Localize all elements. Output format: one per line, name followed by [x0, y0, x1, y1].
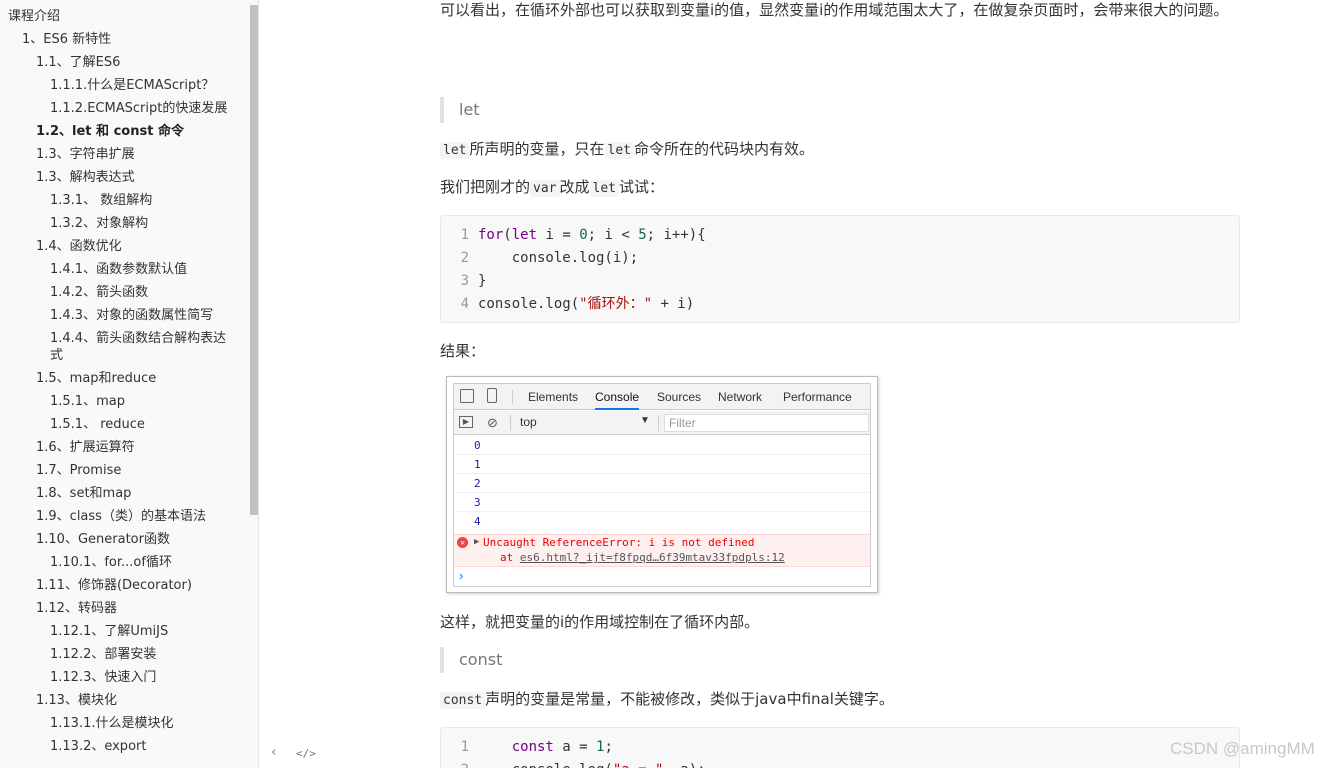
code-block-let[interactable]: 1 for(let i = 0; i < 5; i++){ 2 console.l… — [440, 215, 1240, 323]
intro-paragraph: 可以看出，在循环外部也可以获取到变量i的值，显然变量i的作用域范围太大了，在做复… — [440, 1, 1229, 19]
toc-item[interactable]: 1.4.2、箭头函数 — [0, 284, 250, 301]
let-description: let 所声明的变量，只在 let 命令所在的代码块内有效。 — [440, 137, 1240, 163]
tab-console[interactable]: Console — [595, 384, 640, 410]
toc-item[interactable]: 1.5.1、 reduce — [0, 416, 250, 433]
inline-code: let — [604, 142, 634, 159]
devtools-screenshot: Elements Console Sources Network Perform… — [446, 376, 878, 593]
toc-item[interactable]: 1.13.2、export — [0, 738, 250, 755]
tab-network[interactable]: Network — [718, 384, 762, 410]
toc-list: 课程介绍 1、ES6 新特性 1.1、了解ES6 1.1.1.什么是ECMAScrip… — [0, 8, 250, 761]
toc-item[interactable]: 1.4、函数优化 — [0, 238, 250, 255]
toc-item[interactable]: 1.3、字符串扩展 — [0, 146, 250, 163]
code-line: 4 console.log("循环外：" + i) — [460, 296, 695, 312]
inline-code: let — [440, 142, 470, 159]
let-heading: let — [440, 97, 1240, 123]
toc-item[interactable]: 1.3.1、 数组解构 — [0, 192, 250, 209]
toolbar-divider — [510, 415, 511, 431]
console-output-row: 4 — [474, 515, 481, 528]
code-line: 3} — [460, 273, 487, 289]
source-code-icon[interactable]: </> — [296, 747, 316, 760]
console-output-row: 0 — [454, 436, 870, 455]
result-label: 结果： — [440, 342, 486, 360]
expand-arrow-icon[interactable]: ▶ — [474, 537, 479, 547]
clear-console-icon[interactable]: ⊘ — [487, 415, 498, 431]
toc-item[interactable]: 1.11、修饰器(Decorator) — [0, 577, 250, 594]
collapse-sidebar-icon[interactable]: ‹ — [270, 745, 278, 760]
console-output-row: 3 — [454, 493, 870, 512]
toc-item[interactable]: 1.4.1、函数参数默认值 — [0, 261, 250, 278]
toc-item[interactable]: 1.9、class（类）的基本语法 — [0, 508, 250, 525]
toc-item[interactable]: 1.1、了解ES6 — [0, 54, 250, 71]
code-line: 1 for(let i = 0; i < 5; i++){ — [460, 227, 706, 243]
toc-item[interactable]: 1、ES6 新特性 — [0, 31, 250, 48]
error-location: at es6.html?_ijt=f8fpqd…6f39mtav33fpdpls… — [500, 551, 785, 564]
csdn-watermark: CSDN @amingMM — [1170, 739, 1315, 758]
toc-item[interactable]: 1.8、set和map — [0, 485, 250, 502]
sidebar-toc: 课程介绍 1、ES6 新特性 1.1、了解ES6 1.1.1.什么是ECMAScrip… — [0, 0, 259, 768]
devtools-tabbar: Elements Console Sources Network Perform… — [454, 384, 870, 410]
error-message: Uncaught ReferenceError: i is not define… — [483, 536, 755, 549]
toc-item[interactable]: 1.1.1.什么是ECMAScript？ — [0, 77, 250, 94]
toc-item[interactable]: 1.3.2、对象解构 — [0, 215, 250, 232]
console-error-row: ✕ ▶ Uncaught ReferenceError: i is not de… — [454, 534, 870, 567]
dropdown-arrow-icon[interactable]: ▼ — [640, 415, 650, 426]
toc-item[interactable]: 1.5.1、map — [0, 393, 250, 410]
toc-item[interactable]: 1.10、Generator函数 — [0, 531, 250, 548]
toc-item[interactable]: 1.13、模块化 — [0, 692, 250, 709]
tab-sources[interactable]: Sources — [657, 384, 701, 410]
toc-item[interactable]: 1.5、map和reduce — [0, 370, 250, 387]
const-heading: const — [440, 647, 1240, 673]
toc-item[interactable]: 1.10.1、for...of循环 — [0, 554, 250, 571]
toc-item[interactable]: 1.4.3、对象的函数属性简写 — [0, 307, 250, 324]
tab-performance[interactable]: Performance — [783, 384, 852, 410]
toolbar-divider — [658, 415, 659, 431]
toc-item[interactable]: 1.3、解构表达式 — [0, 169, 250, 186]
console-prompt[interactable]: › — [459, 568, 463, 584]
toc-item[interactable]: 1.12.3、快速入门 — [0, 669, 250, 686]
console-output-row: 1 — [454, 455, 870, 474]
toc-item[interactable]: 1.7、Promise — [0, 462, 250, 479]
context-select[interactable]: top — [520, 415, 537, 429]
console-output-row: 2 — [454, 474, 870, 493]
toc-item[interactable]: 1.1.2.ECMAScript的快速发展 — [0, 100, 250, 117]
toc-item[interactable]: 1.12.1、了解UmiJS — [0, 623, 250, 640]
toc-item[interactable]: 1.12.2、部署安装 — [0, 646, 250, 663]
try-description: 我们把刚才的 var 改成 let 试试： — [440, 178, 665, 197]
toc-item[interactable]: 1.13.1.什么是模块化 — [0, 715, 250, 732]
sidebar-scrollbar[interactable] — [250, 5, 258, 515]
filter-input[interactable]: Filter — [664, 414, 869, 432]
error-icon: ✕ — [457, 537, 468, 548]
code-block-const[interactable]: 1 const a = 1; 2 console.log("a = ", a); — [440, 727, 1240, 768]
toc-item[interactable]: 1.2、let 和 const 命令 — [0, 123, 250, 140]
code-line: 2 console.log("a = ", a); — [441, 759, 1239, 768]
sidebar-toggle-icon[interactable]: ▶ — [459, 416, 473, 428]
toc-item[interactable]: 课程介绍 — [0, 8, 250, 25]
device-toolbar-icon[interactable] — [487, 388, 497, 403]
console-toolbar: ▶ ⊘ top ▼ Filter — [454, 411, 870, 435]
toc-item[interactable]: 1.4.4、箭头函数结合解构表达式 — [0, 330, 250, 364]
after-paragraph: 这样，就把变量的i的作用域控制在了循环内部。 — [440, 613, 760, 631]
toc-item[interactable]: 1.6、扩展运算符 — [0, 439, 250, 456]
inline-code: let — [589, 180, 619, 197]
code-line: 1 const a = 1; — [460, 739, 613, 755]
inline-code: var — [530, 180, 560, 197]
toolbar-divider — [512, 390, 513, 404]
toc-item[interactable]: 1.12、转码器 — [0, 600, 250, 617]
error-source-link[interactable]: es6.html?_ijt=f8fpqd…6f39mtav33fpdpls:12 — [520, 551, 785, 564]
inline-code: const — [440, 692, 486, 709]
devtools-panel: Elements Console Sources Network Perform… — [453, 383, 871, 587]
tab-elements[interactable]: Elements — [528, 384, 578, 410]
const-description: const 声明的变量是常量，不能被修改，类似于java中final关键字。 — [440, 687, 1240, 713]
code-line: 2 console.log(i); — [460, 250, 639, 266]
inspect-element-icon[interactable] — [460, 389, 474, 403]
